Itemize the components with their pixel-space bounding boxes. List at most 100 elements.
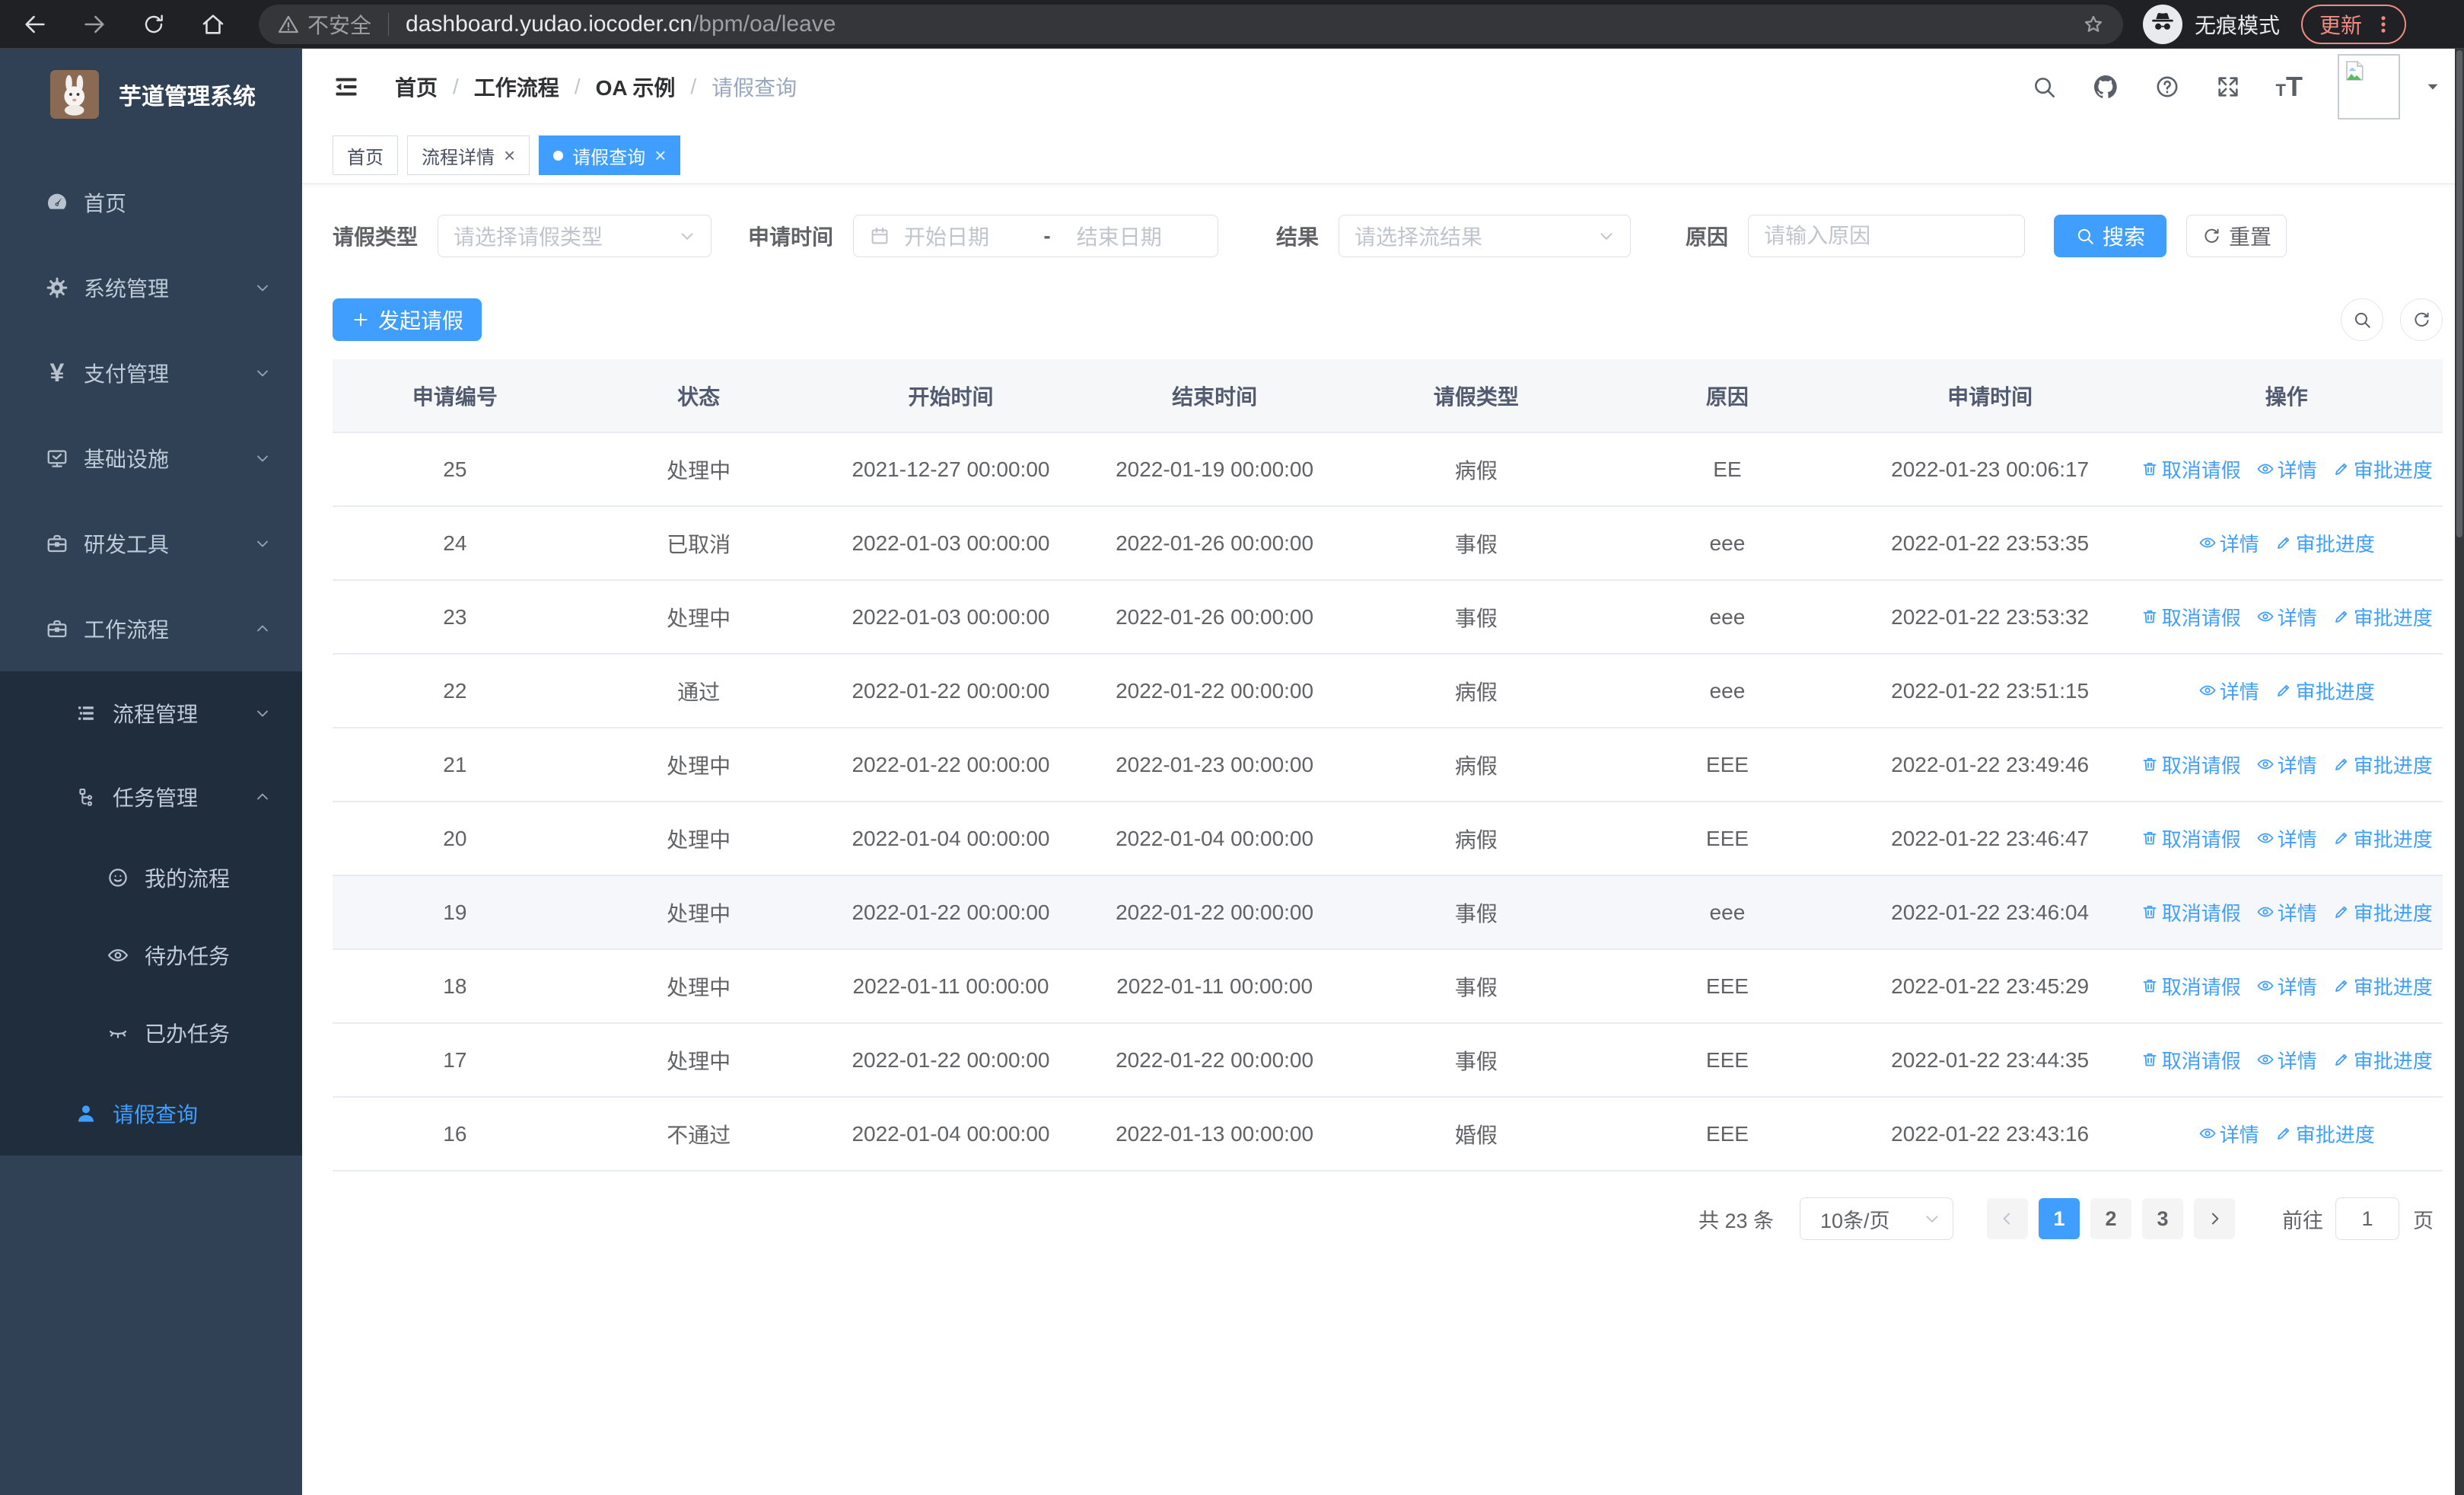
- sidebar-item-payment-mgmt[interactable]: ¥ 支付管理: [0, 330, 302, 416]
- sidebar-item-dev-tools[interactable]: 研发工具: [0, 501, 302, 586]
- sidebar-item-task-mgmt[interactable]: 任务管理: [0, 755, 302, 839]
- tab-label: 流程详情: [422, 147, 495, 168]
- action-approval-progress[interactable]: 审批进度: [2332, 898, 2433, 926]
- trash-icon: [2141, 460, 2159, 478]
- sidebar-item-leave-query[interactable]: 请假查询: [0, 1072, 302, 1156]
- address-bar[interactable]: 不安全 dashboard.yudao.iocoder.cn/bpm/oa/le…: [259, 5, 2123, 44]
- browser-update-button[interactable]: 更新: [2301, 5, 2407, 44]
- bookmark-star-icon[interactable]: [2082, 13, 2105, 36]
- browser-menu-icon[interactable]: [2373, 14, 2394, 35]
- pagination-page-3[interactable]: 3: [2142, 1198, 2183, 1239]
- cell-leave-type: 婚假: [1347, 1097, 1606, 1171]
- tab-close-icon[interactable]: ×: [654, 145, 666, 165]
- action-cancel-leave[interactable]: 取消请假: [2141, 1046, 2241, 1074]
- goto-page-input[interactable]: [2335, 1197, 2399, 1240]
- github-icon[interactable]: [2092, 73, 2119, 100]
- sidebar-item-process-mgmt[interactable]: 流程管理: [0, 671, 302, 755]
- breadcrumb-item[interactable]: 首页: [395, 72, 438, 102]
- date-end-placeholder: 结束日期: [1076, 225, 1162, 249]
- action-approval-progress[interactable]: 审批进度: [2275, 677, 2375, 705]
- browser-forward-icon[interactable]: [76, 11, 113, 37]
- action-cancel-leave[interactable]: 取消请假: [2141, 751, 2241, 779]
- action-cancel-leave[interactable]: 取消请假: [2141, 898, 2241, 926]
- action-detail[interactable]: 详情: [2256, 972, 2317, 1000]
- browser-back-icon[interactable]: [17, 11, 53, 37]
- action-approval-progress[interactable]: 审批进度: [2332, 603, 2433, 631]
- action-detail[interactable]: 详情: [2198, 1120, 2259, 1148]
- avatar-caret-down-icon[interactable]: [2424, 78, 2441, 95]
- chevron-left-icon: [1998, 1209, 2017, 1229]
- chevron-right-icon: [2205, 1209, 2224, 1229]
- cell-end-time: 2022-01-22 00:00:00: [1081, 1023, 1348, 1098]
- cell-reason: EEE: [1605, 728, 1850, 802]
- action-detail[interactable]: 详情: [2256, 824, 2317, 853]
- action-detail[interactable]: 详情: [2198, 677, 2259, 705]
- table-refresh-button[interactable]: [2400, 298, 2443, 341]
- action-cancel-leave[interactable]: 取消请假: [2141, 824, 2241, 853]
- tab-process-detail[interactable]: 流程详情 ×: [407, 135, 530, 175]
- table-tools: [2341, 298, 2443, 341]
- cell-start-time: 2022-01-04 00:00:00: [820, 802, 1082, 876]
- action-approval-progress[interactable]: 审批进度: [2332, 751, 2433, 779]
- browser-reload-icon[interactable]: [135, 12, 172, 37]
- leave-type-select[interactable]: 请选择请假类型: [438, 215, 712, 257]
- cell-actions: 取消请假 详情 审批进度: [2130, 875, 2443, 950]
- action-approval-progress[interactable]: 审批进度: [2332, 824, 2433, 853]
- scrollbar[interactable]: [2455, 49, 2464, 1495]
- chevron-down-icon: [253, 704, 272, 722]
- sidebar-item-my-process[interactable]: 我的流程: [0, 839, 302, 916]
- action-detail[interactable]: 详情: [2198, 529, 2259, 557]
- sidebar: 芋道管理系统 首页 系统管理 ¥ 支付管理 基础设施 研发工具 工作流程 流程管理 任务管理 我的…: [0, 49, 302, 1495]
- create-leave-button[interactable]: 发起请假: [333, 298, 482, 341]
- font-size-icon[interactable]: TT: [2276, 71, 2303, 103]
- breadcrumb-item[interactable]: OA 示例: [596, 72, 676, 102]
- scrollbar-thumb[interactable]: [2456, 50, 2462, 537]
- action-detail[interactable]: 详情: [2256, 898, 2317, 926]
- reset-button[interactable]: 重置: [2186, 215, 2287, 257]
- browser-home-icon[interactable]: [195, 11, 231, 37]
- tab-home[interactable]: 首页: [333, 135, 398, 175]
- sidebar-item-infrastructure[interactable]: 基础设施: [0, 416, 302, 501]
- search-icon[interactable]: [2031, 74, 2057, 100]
- pagination-prev-button[interactable]: [1987, 1198, 2028, 1239]
- search-button[interactable]: 搜索: [2054, 215, 2167, 257]
- action-approval-progress[interactable]: 审批进度: [2332, 455, 2433, 483]
- action-approval-progress[interactable]: 审批进度: [2332, 972, 2433, 1000]
- fullscreen-icon[interactable]: [2215, 74, 2241, 100]
- chevron-down-icon: [253, 449, 272, 467]
- tab-close-icon[interactable]: ×: [504, 145, 515, 165]
- action-detail[interactable]: 详情: [2256, 1046, 2317, 1074]
- action-detail[interactable]: 详情: [2256, 751, 2317, 779]
- help-icon[interactable]: [2154, 74, 2180, 100]
- action-detail[interactable]: 详情: [2256, 603, 2317, 631]
- reason-input[interactable]: [1748, 215, 2026, 257]
- gear-icon: [40, 276, 75, 300]
- page-size-select[interactable]: 10条/页: [1800, 1197, 1953, 1240]
- action-approval-progress[interactable]: 审批进度: [2275, 529, 2375, 557]
- sidebar-item-system-mgmt[interactable]: 系统管理: [0, 245, 302, 330]
- sidebar-item-home[interactable]: 首页: [0, 160, 302, 245]
- table-search-toggle-button[interactable]: [2341, 298, 2383, 341]
- action-approval-progress[interactable]: 审批进度: [2275, 1120, 2375, 1148]
- result-select[interactable]: 请选择流结果: [1339, 215, 1632, 257]
- action-cancel-leave[interactable]: 取消请假: [2141, 603, 2241, 631]
- column-header: 开始时间: [820, 359, 1082, 433]
- pagination-next-button[interactable]: [2194, 1198, 2235, 1239]
- apply-time-range-picker[interactable]: 开始日期 - 结束日期: [853, 215, 1219, 257]
- action-cancel-leave[interactable]: 取消请假: [2141, 972, 2241, 1000]
- action-cancel-leave[interactable]: 取消请假: [2141, 455, 2241, 483]
- incognito-icon: [2143, 5, 2182, 44]
- pagination-page-2[interactable]: 2: [2090, 1198, 2131, 1239]
- update-label: 更新: [2319, 14, 2363, 37]
- breadcrumb-item[interactable]: 工作流程: [474, 72, 559, 102]
- cell-apply-time: 2022-01-22 23:45:29: [1849, 949, 2131, 1024]
- avatar[interactable]: [2338, 54, 2400, 120]
- tab-leave-query[interactable]: 请假查询 ×: [539, 135, 681, 175]
- action-approval-progress[interactable]: 审批进度: [2332, 1046, 2433, 1074]
- action-detail[interactable]: 详情: [2256, 455, 2317, 483]
- pagination-page-1[interactable]: 1: [2039, 1198, 2080, 1239]
- sidebar-item-workflow[interactable]: 工作流程: [0, 586, 302, 671]
- sidebar-collapse-icon[interactable]: [333, 73, 360, 100]
- sidebar-item-todo-tasks[interactable]: 待办任务: [0, 916, 302, 994]
- sidebar-item-done-tasks[interactable]: 已办任务: [0, 994, 302, 1072]
